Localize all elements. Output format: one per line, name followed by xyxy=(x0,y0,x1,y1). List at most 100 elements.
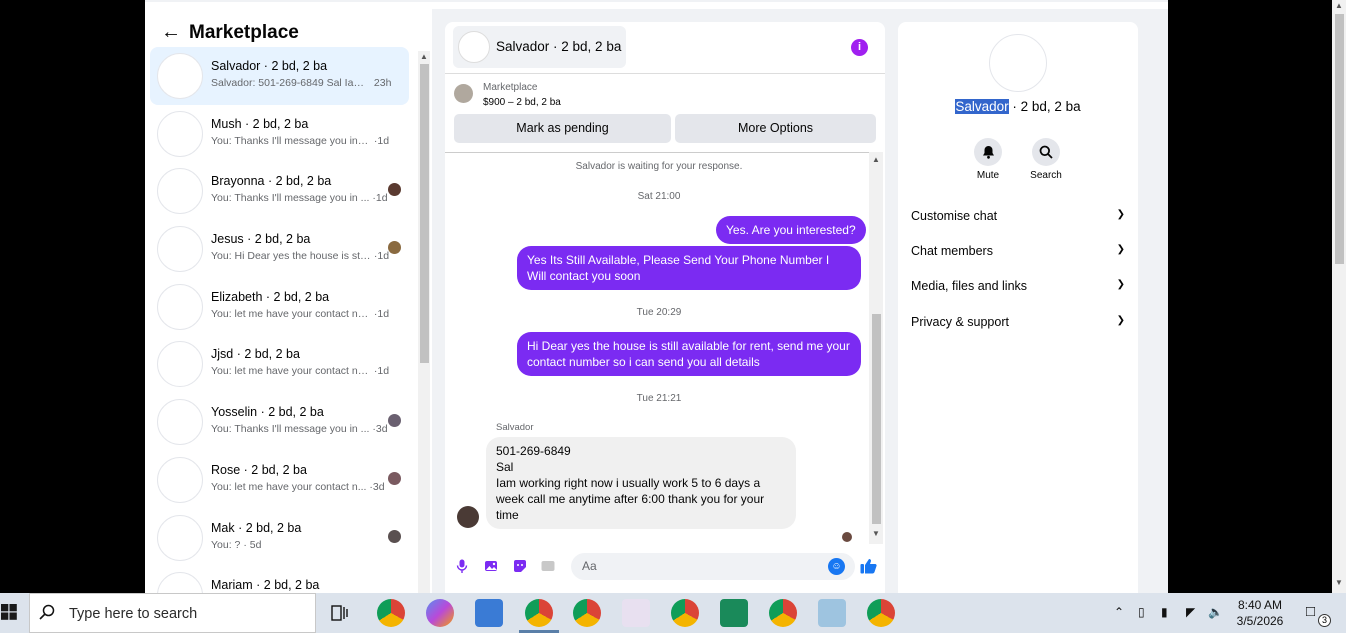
page-scrollbar[interactable]: ▲ ▼ xyxy=(1332,0,1346,593)
conversation-preview: You: Thanks I'll message you in a ... ·1… xyxy=(211,135,389,147)
battery-icon[interactable]: ▮ xyxy=(1161,605,1168,619)
bell-icon xyxy=(974,138,1002,166)
search-button[interactable]: Search xyxy=(1026,138,1066,181)
sender-name: Salvador xyxy=(496,422,534,433)
conversation-name: Salvador · 2 bd, 2 ba xyxy=(211,59,328,73)
wifi-icon[interactable]: ◤ xyxy=(1186,605,1195,619)
scroll-thumb[interactable] xyxy=(872,314,881,524)
message-line: 501-269-6849 xyxy=(496,444,571,458)
chevron-down-icon: ❯ xyxy=(1116,209,1125,220)
seen-avatar xyxy=(388,183,401,197)
section-customise-chat[interactable]: Customise chat ❯ xyxy=(911,209,1125,223)
voicemail-app-icon[interactable] xyxy=(720,599,748,627)
top-strip xyxy=(145,0,1168,9)
windows-start-icon[interactable] xyxy=(1,604,17,625)
chrome-profile-icon[interactable] xyxy=(769,599,797,627)
preview-time: 23h xyxy=(373,77,392,89)
timestamp: Sat 21:00 xyxy=(637,191,681,202)
info-icon[interactable]: i xyxy=(851,39,868,56)
more-options-button[interactable]: More Options xyxy=(675,114,876,143)
timestamp: Tue 21:21 xyxy=(636,393,682,404)
system-clock[interactable]: 8:40 AM 3/5/2026 xyxy=(1230,597,1290,629)
conversation-item[interactable]: Elizabeth · 2 bd, 2 ba You: let me have … xyxy=(150,278,409,336)
notification-icon[interactable]: □ xyxy=(1306,603,1315,620)
conversation-preview: You: ? · 5d xyxy=(211,539,261,551)
notepad-icon[interactable] xyxy=(818,599,846,627)
mark-pending-button[interactable]: Mark as pending xyxy=(454,114,671,143)
section-media-files[interactable]: Media, files and links ❯ xyxy=(911,279,1125,293)
chrome-profile-icon[interactable] xyxy=(671,599,699,627)
mute-label: Mute xyxy=(976,170,1000,181)
conversation-item[interactable]: Mush · 2 bd, 2 ba You: Thanks I'll messa… xyxy=(150,105,409,163)
conversation-panel: ← Marketplace Salvador · 2 bd, 2 ba Salv… xyxy=(145,9,432,593)
chrome-active-icon[interactable] xyxy=(519,599,559,633)
conversation-item[interactable]: Rose · 2 bd, 2 ba You: let me have your … xyxy=(150,451,409,509)
incoming-message: 501-269-6849 Sal Iam working right now i… xyxy=(486,437,796,529)
conversation-item[interactable]: Brayonna · 2 bd, 2 ba You: Thanks I'll m… xyxy=(150,162,409,220)
snipping-tool-icon[interactable] xyxy=(622,599,650,627)
emoji-icon[interactable]: ☺ xyxy=(828,558,845,575)
volume-icon[interactable]: 🔈 xyxy=(1208,605,1223,619)
messenger-window: ← Marketplace Salvador · 2 bd, 2 ba Salv… xyxy=(145,0,1168,593)
message-input[interactable]: Aa xyxy=(571,553,855,580)
list-scrollbar[interactable]: ▲ xyxy=(418,51,430,593)
avatar xyxy=(157,399,203,446)
conversation-name: Mak · 2 bd, 2 ba xyxy=(211,520,302,535)
chrome-icon[interactable] xyxy=(867,599,895,627)
chevron-down-icon: ❯ xyxy=(1116,315,1125,326)
avatar xyxy=(157,572,203,593)
conversation-item[interactable]: Mak · 2 bd, 2 ba You: ? · 5d xyxy=(150,509,409,567)
listing-thumbnail xyxy=(454,84,473,103)
section-label: Privacy & support xyxy=(911,315,1009,329)
waiting-notice: Salvador is waiting for your response. xyxy=(575,161,743,172)
taskbar-search[interactable]: Type here to search xyxy=(29,593,316,633)
file-explorer-icon[interactable] xyxy=(475,599,503,627)
conversation-name: Elizabeth · 2 bd, 2 ba xyxy=(211,289,330,304)
scroll-down-arrow-icon[interactable]: ▼ xyxy=(1335,578,1343,587)
thread-scrollbar[interactable]: ▲ ▼ xyxy=(869,152,883,544)
scroll-thumb[interactable] xyxy=(420,64,429,363)
scroll-down-arrow-icon[interactable]: ▼ xyxy=(872,529,880,538)
scroll-up-arrow-icon[interactable]: ▲ xyxy=(872,155,880,164)
task-view-icon[interactable] xyxy=(328,603,352,623)
conversation-preview: You: Hi Dear yes the house is sti... ·1d xyxy=(211,250,389,262)
conversation-item[interactable]: Jesus · 2 bd, 2 ba You: Hi Dear yes the … xyxy=(150,220,409,278)
device-icon[interactable]: ▯ xyxy=(1138,605,1145,619)
clock-time: 8:40 AM xyxy=(1237,598,1283,612)
thumbs-up-icon[interactable] xyxy=(859,558,877,574)
preview-time: ·1d xyxy=(373,307,390,320)
mute-button[interactable]: Mute xyxy=(968,138,1008,181)
preview-time: ·1d xyxy=(373,134,390,147)
chrome-icon[interactable] xyxy=(573,599,601,627)
conversation-item[interactable]: Yosselin · 2 bd, 2 ba You: Thanks I'll m… xyxy=(150,393,409,451)
chevron-up-icon[interactable]: ⌃ xyxy=(1114,605,1124,619)
scroll-thumb[interactable] xyxy=(1335,14,1344,264)
outgoing-message: Yes. Are you interested? xyxy=(716,216,866,244)
name-rest: · 2 bd, 2 ba xyxy=(1008,99,1081,114)
microphone-icon[interactable] xyxy=(455,559,469,573)
seen-avatar xyxy=(388,241,401,255)
conversation-preview: You: let me have your contact n... ·3d xyxy=(211,481,385,493)
back-arrow-icon[interactable]: ← xyxy=(161,21,189,44)
conversation-item[interactable]: Jjsd · 2 bd, 2 ba You: let me have your … xyxy=(150,335,409,393)
conversation-item[interactable]: Mariam · 2 bd, 2 ba xyxy=(150,566,409,593)
chrome-profile-icon[interactable] xyxy=(377,599,405,627)
scroll-up-arrow-icon[interactable]: ▲ xyxy=(420,52,428,61)
chat-header-button[interactable]: Salvador · 2 bd, 2 ba xyxy=(453,26,626,68)
section-privacy-support[interactable]: Privacy & support ❯ xyxy=(911,315,1125,329)
gif-icon[interactable] xyxy=(541,559,555,573)
scroll-up-arrow-icon[interactable]: ▲ xyxy=(1335,1,1343,10)
avatar xyxy=(157,110,203,157)
sticker-icon[interactable] xyxy=(513,559,527,573)
conversation-name: Yosselin · 2 bd, 2 ba xyxy=(211,405,324,420)
preview-text: You: let me have your contact nu... xyxy=(211,365,371,378)
listing-banner: Marketplace $900 – 2 bd, 2 ba Mark as pe… xyxy=(445,73,885,153)
copilot-icon[interactable] xyxy=(426,599,454,627)
avatar xyxy=(157,514,203,561)
image-icon[interactable] xyxy=(484,559,498,573)
section-chat-members[interactable]: Chat members ❯ xyxy=(911,244,1125,258)
conversation-list: Salvador · 2 bd, 2 ba Salvador: 501-269-… xyxy=(150,47,409,593)
listing-source: Marketplace xyxy=(483,82,538,93)
conversation-item[interactable]: Salvador · 2 bd, 2 ba Salvador: 501-269-… xyxy=(150,47,409,105)
preview-time: · 5d xyxy=(243,538,262,551)
